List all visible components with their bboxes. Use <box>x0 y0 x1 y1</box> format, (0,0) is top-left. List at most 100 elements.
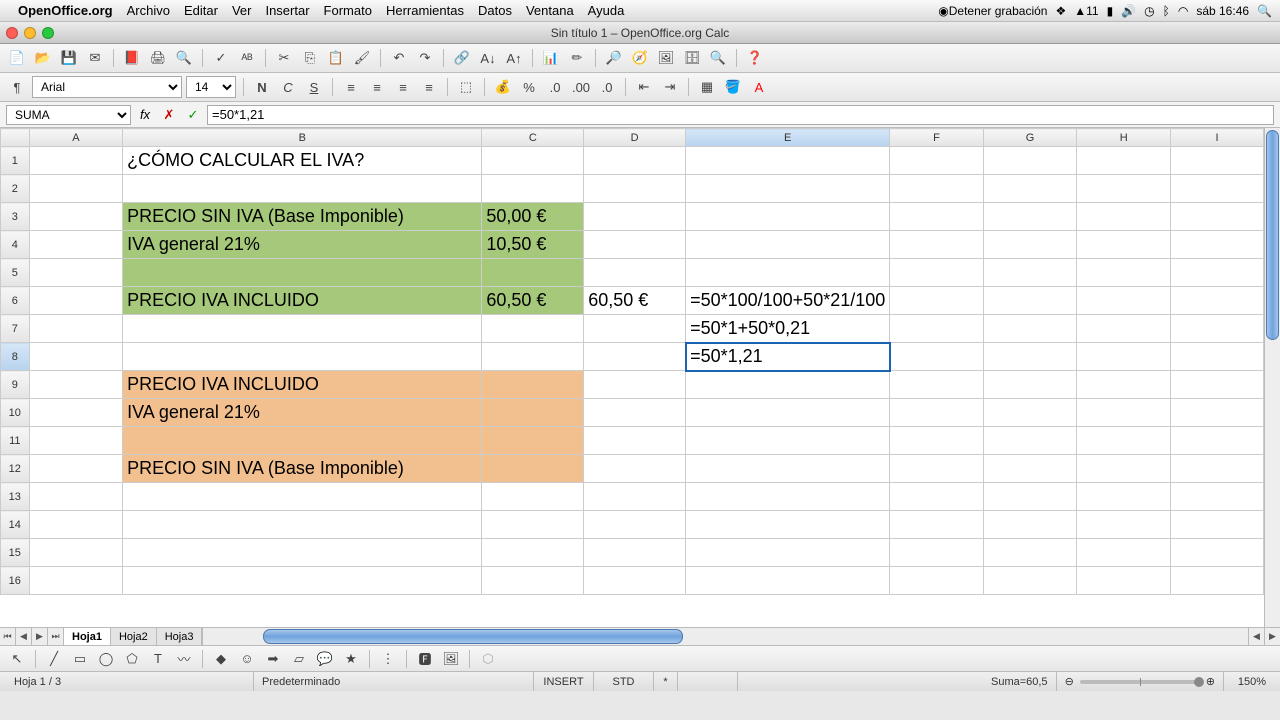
cell[interactable] <box>29 427 123 455</box>
clock-icon[interactable]: ◷ <box>1144 4 1154 18</box>
preview-button[interactable]: 🔍 <box>173 47 195 69</box>
record-indicator[interactable]: ◉ Detener grabación <box>938 4 1047 18</box>
col-header-G[interactable]: G <box>983 129 1077 147</box>
cell[interactable] <box>1171 455 1264 483</box>
percent-button[interactable]: % <box>518 76 540 98</box>
sort-asc-button[interactable]: A↓ <box>477 47 499 69</box>
cell[interactable] <box>1171 567 1264 595</box>
cell[interactable] <box>482 175 584 203</box>
number-button[interactable]: .0 <box>544 76 566 98</box>
col-header-I[interactable]: I <box>1171 129 1264 147</box>
undo-button[interactable]: ↶ <box>388 47 410 69</box>
cell[interactable] <box>1171 427 1264 455</box>
hyperlink-button[interactable]: 🔗 <box>451 47 473 69</box>
add-decimal-button[interactable]: .00 <box>570 76 592 98</box>
zoom-slider[interactable] <box>1080 680 1200 684</box>
sync-icon[interactable]: ❖ <box>1055 4 1066 18</box>
cell[interactable] <box>890 175 983 203</box>
row-header-9[interactable]: 9 <box>1 371 30 399</box>
sheet-tab-hoja2[interactable]: Hoja2 <box>111 628 157 645</box>
row-header-6[interactable]: 6 <box>1 287 30 315</box>
datasources-button[interactable]: 🗄 <box>681 47 703 69</box>
cell[interactable] <box>983 483 1077 511</box>
cell[interactable] <box>29 315 123 343</box>
gallery-button[interactable]: 🖼 <box>655 47 677 69</box>
cell[interactable] <box>482 315 584 343</box>
merge-button[interactable]: ⬚ <box>455 76 477 98</box>
zoom-out-icon[interactable]: ⊖ <box>1065 675 1074 688</box>
row-header-12[interactable]: 12 <box>1 455 30 483</box>
cell[interactable] <box>890 511 983 539</box>
cell[interactable] <box>1077 315 1171 343</box>
currency-button[interactable]: 💰 <box>492 76 514 98</box>
cell-B4[interactable]: IVA general 21% <box>123 231 482 259</box>
select-tool-button[interactable]: ↖ <box>6 648 28 670</box>
basic-shapes-button[interactable]: ◆ <box>210 648 232 670</box>
cell[interactable] <box>1077 539 1171 567</box>
cell[interactable] <box>1171 259 1264 287</box>
save-button[interactable]: 💾 <box>58 47 80 69</box>
points-button[interactable]: ⋮ <box>377 648 399 670</box>
clock-text[interactable]: sáb 16:46 <box>1196 4 1249 18</box>
cell[interactable] <box>1171 203 1264 231</box>
close-button[interactable] <box>6 27 18 39</box>
cell-C9[interactable] <box>482 371 584 399</box>
cell[interactable] <box>584 315 686 343</box>
align-right-button[interactable]: ≡ <box>392 76 414 98</box>
select-all-corner[interactable] <box>1 129 30 147</box>
hscroll-left-button[interactable]: ◀ <box>1248 628 1264 645</box>
cell[interactable] <box>1077 175 1171 203</box>
cell-E7[interactable]: =50*1+50*0,21 <box>686 315 890 343</box>
cell[interactable] <box>482 343 584 371</box>
col-header-C[interactable]: C <box>482 129 584 147</box>
inc-indent-button[interactable]: ⇥ <box>659 76 681 98</box>
vertical-scrollbar[interactable] <box>1264 128 1280 627</box>
cell[interactable] <box>890 567 983 595</box>
bluetooth-icon[interactable]: ᛒ <box>1163 4 1170 18</box>
menu-archivo[interactable]: Archivo <box>127 3 170 18</box>
cell[interactable] <box>123 175 482 203</box>
cell[interactable] <box>29 539 123 567</box>
cell[interactable] <box>482 483 584 511</box>
cell[interactable] <box>1077 259 1171 287</box>
row-header-14[interactable]: 14 <box>1 511 30 539</box>
cut-button[interactable]: ✂ <box>273 47 295 69</box>
cell[interactable] <box>686 455 890 483</box>
redo-button[interactable]: ↷ <box>414 47 436 69</box>
font-name-select[interactable]: Arial <box>32 76 182 98</box>
cell[interactable] <box>983 203 1077 231</box>
cell[interactable] <box>123 343 482 371</box>
cell[interactable] <box>29 399 123 427</box>
cell[interactable] <box>890 343 983 371</box>
dec-indent-button[interactable]: ⇤ <box>633 76 655 98</box>
spreadsheet-grid[interactable]: A B C D E F G H I 1 ¿CÓMO CALCULAR EL IV… <box>0 128 1264 595</box>
zoom-control[interactable]: ⊖ ⊕ <box>1057 672 1224 691</box>
cell[interactable] <box>584 511 686 539</box>
name-box[interactable]: SUMA <box>6 105 131 125</box>
cell[interactable] <box>890 203 983 231</box>
selection-mode-status[interactable]: STD <box>594 672 654 691</box>
sort-desc-button[interactable]: A↑ <box>503 47 525 69</box>
bgcolor-button[interactable]: 🪣 <box>722 76 744 98</box>
row-header-13[interactable]: 13 <box>1 483 30 511</box>
cell-C4[interactable]: 10,50 € <box>482 231 584 259</box>
cell[interactable] <box>29 483 123 511</box>
accept-button[interactable]: ✓ <box>183 105 203 125</box>
cell[interactable] <box>983 315 1077 343</box>
menu-datos[interactable]: Datos <box>478 3 512 18</box>
cancel-button[interactable]: ✗ <box>159 105 179 125</box>
cell[interactable] <box>686 427 890 455</box>
cell-E6[interactable]: =50*100/100+50*21/100 <box>686 287 890 315</box>
cell[interactable] <box>983 147 1077 175</box>
cell-C5[interactable] <box>482 259 584 287</box>
cell[interactable] <box>1171 399 1264 427</box>
menu-formato[interactable]: Formato <box>324 3 372 18</box>
tab-first-button[interactable]: ⏮ <box>0 628 16 645</box>
align-center-button[interactable]: ≡ <box>366 76 388 98</box>
cell[interactable] <box>584 455 686 483</box>
cell-C12[interactable] <box>482 455 584 483</box>
cell[interactable] <box>1171 371 1264 399</box>
cell[interactable] <box>1171 175 1264 203</box>
cell[interactable] <box>983 511 1077 539</box>
col-header-A[interactable]: A <box>29 129 123 147</box>
